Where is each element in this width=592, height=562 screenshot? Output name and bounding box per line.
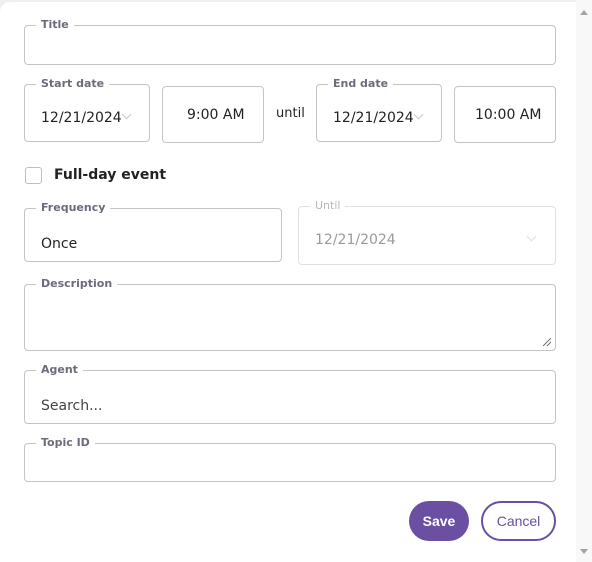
title-label: Title <box>41 18 69 31</box>
start-time-field[interactable]: 9:00 AM <box>162 86 264 143</box>
event-dialog: Title Start date 12/21/2024 9:00 AM unti… <box>0 2 576 562</box>
chevron-down-icon[interactable] <box>121 109 132 120</box>
start-time-value: 9:00 AM <box>187 107 245 123</box>
cancel-button[interactable]: Cancel <box>481 501 556 541</box>
repeat-until-field: Until 12/21/2024 <box>298 200 556 265</box>
start-date-label: Start date <box>41 77 105 90</box>
scrollbar[interactable] <box>576 0 592 562</box>
resize-handle-icon[interactable] <box>543 338 551 346</box>
title-field[interactable]: Title <box>24 19 556 65</box>
full-day-label[interactable]: Full-day event <box>54 167 166 183</box>
end-date-value: 12/21/2024 <box>333 110 414 126</box>
description-field[interactable]: Description <box>24 278 556 351</box>
chevron-down-icon[interactable] <box>413 109 424 120</box>
topic-id-label: Topic ID <box>41 436 90 449</box>
frequency-label: Frequency <box>41 201 106 214</box>
full-day-checkbox[interactable] <box>25 167 42 184</box>
until-connector: until <box>276 106 305 121</box>
agent-search-input[interactable]: Search... <box>41 398 102 414</box>
frequency-field[interactable]: Frequency Once <box>24 202 282 262</box>
save-button[interactable]: Save <box>409 501 469 541</box>
end-date-label: End date <box>333 77 389 90</box>
scroll-up-icon[interactable] <box>580 10 588 15</box>
end-time-field[interactable]: 10:00 AM <box>454 86 556 143</box>
topic-id-field[interactable]: Topic ID <box>24 437 556 482</box>
chevron-down-icon <box>526 231 537 242</box>
scroll-down-icon[interactable] <box>580 549 588 554</box>
repeat-until-value: 12/21/2024 <box>315 232 396 248</box>
repeat-until-label: Until <box>315 199 341 212</box>
start-date-field[interactable]: Start date 12/21/2024 <box>24 78 150 142</box>
agent-label: Agent <box>41 363 78 376</box>
agent-field[interactable]: Agent Search... <box>24 364 556 424</box>
end-date-field[interactable]: End date 12/21/2024 <box>316 78 442 142</box>
start-date-value: 12/21/2024 <box>41 110 122 126</box>
description-label: Description <box>41 277 113 290</box>
frequency-value: Once <box>41 236 78 252</box>
end-time-value: 10:00 AM <box>475 107 542 123</box>
